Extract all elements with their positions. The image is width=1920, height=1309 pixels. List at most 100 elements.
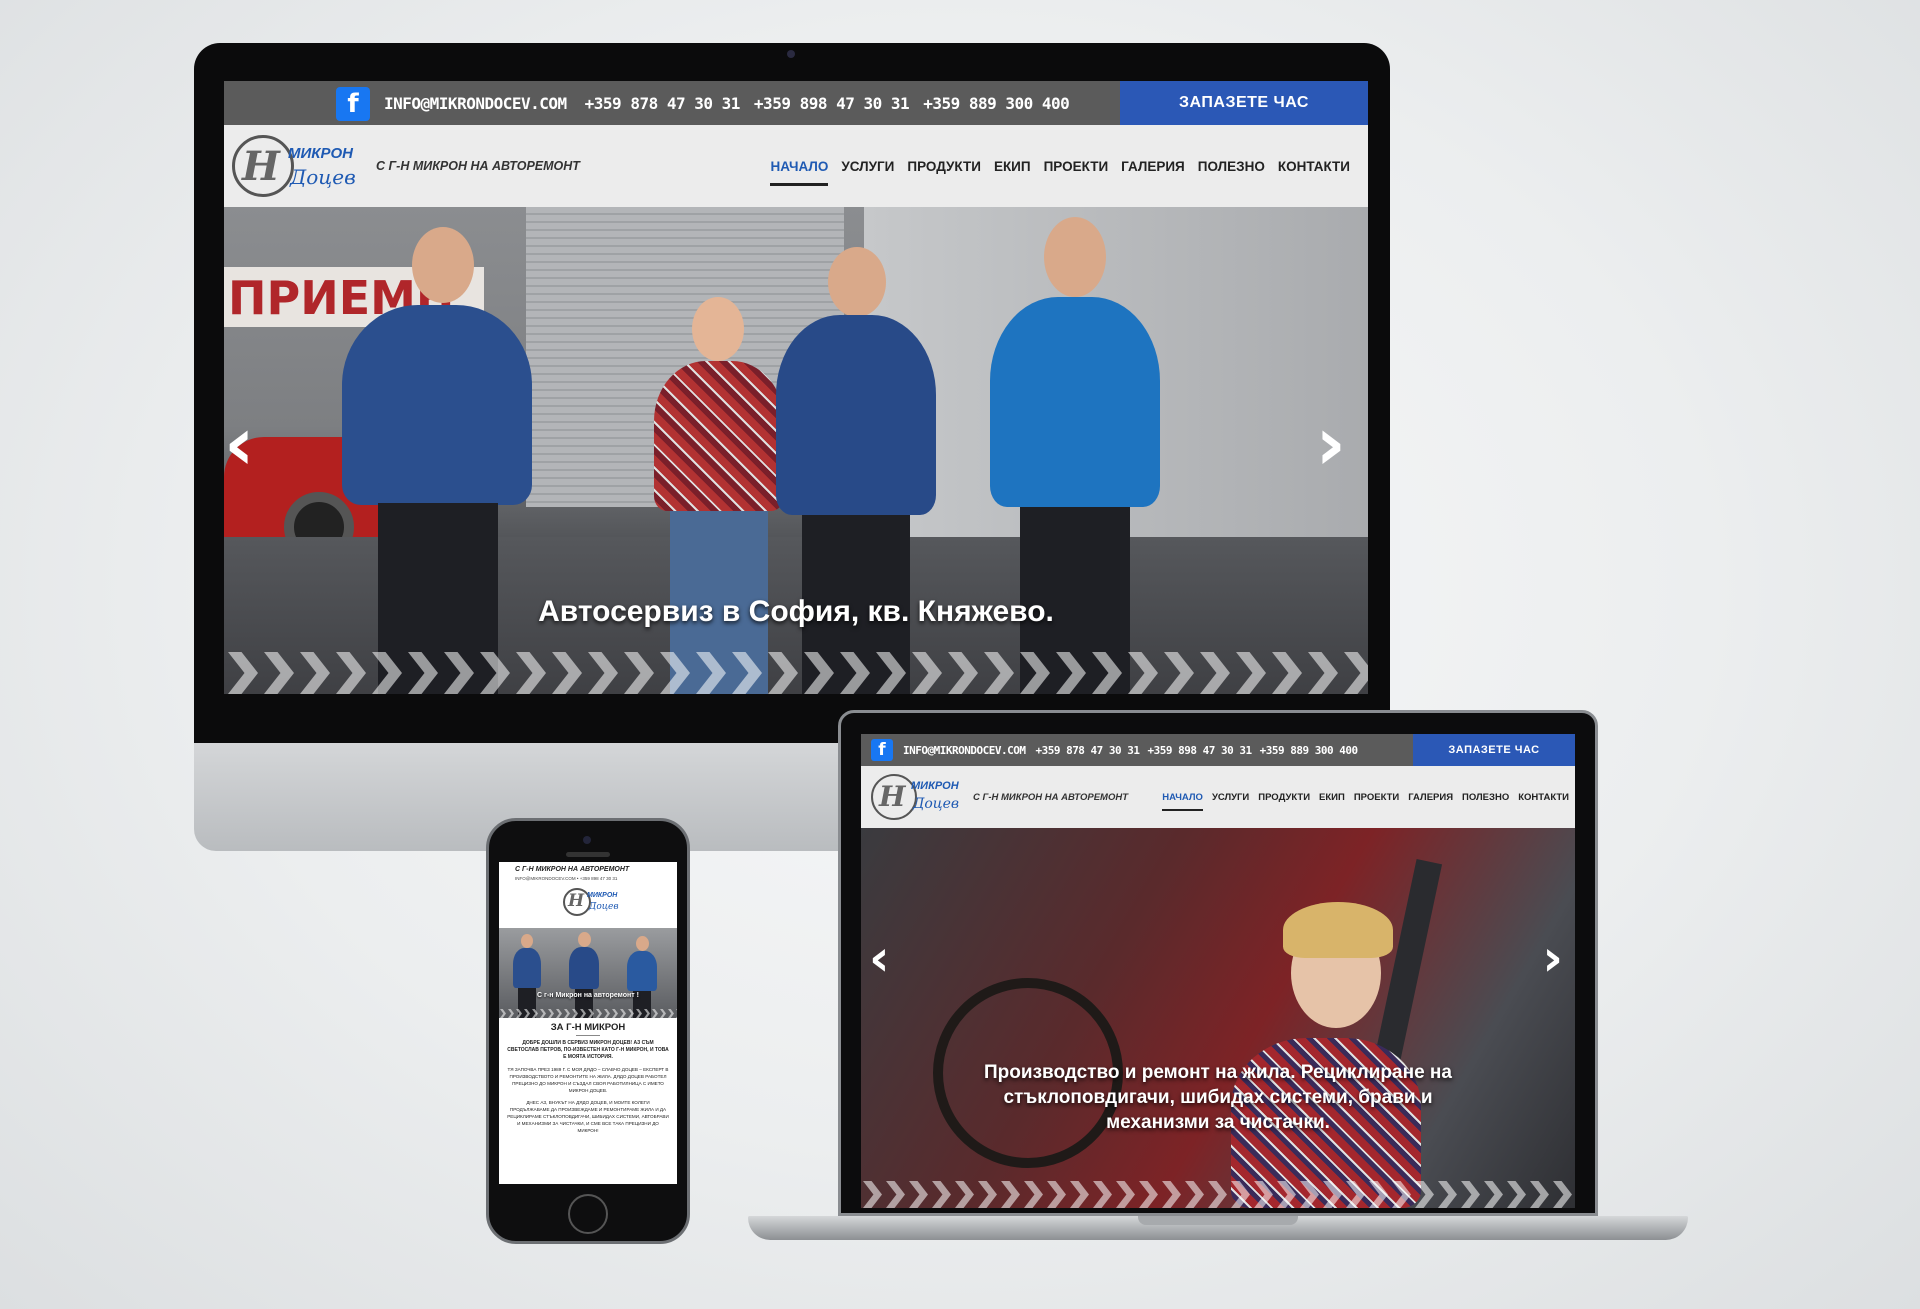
nav-item-useful[interactable]: ПОЛЕЗНО xyxy=(1462,792,1509,803)
phone-contact-line[interactable]: INFO@MIKRONDOCEV.COM • +359 898 47 30 31 xyxy=(515,876,617,881)
laptop-notch xyxy=(1138,1216,1298,1225)
chevron-mark xyxy=(912,652,942,694)
facebook-icon[interactable]: f xyxy=(871,739,893,761)
nav-item-services[interactable]: УСЛУГИ xyxy=(1212,792,1249,803)
chevron-mark xyxy=(804,652,834,694)
slider-prev-arrow[interactable]: ‹ xyxy=(869,933,890,983)
chevron-mark xyxy=(1024,1181,1043,1208)
phone-link-3[interactable]: +359 889 300 400 xyxy=(1260,744,1358,757)
chevron-mark xyxy=(300,652,330,694)
chevron-mark xyxy=(668,1009,674,1018)
hero-slider: ПРИЕМН ‹ › Автосервиз в София, кв. Княже… xyxy=(224,207,1368,694)
nav-item-home[interactable]: НАЧАЛО xyxy=(770,159,828,186)
chevron-mark xyxy=(660,1009,666,1018)
nav-item-home[interactable]: НАЧАЛО xyxy=(1162,792,1203,812)
chevron-mark xyxy=(1164,652,1194,694)
nav-item-projects[interactable]: ПРОЕКТИ xyxy=(1354,792,1399,803)
phone-link-2[interactable]: +359 898 47 30 31 xyxy=(1148,744,1253,757)
nav-item-gallery[interactable]: ГАЛЕРИЯ xyxy=(1408,792,1453,803)
chevron-mark xyxy=(580,1009,586,1018)
phone-link-1[interactable]: +359 878 47 30 31 xyxy=(585,94,741,113)
nav-item-projects[interactable]: ПРОЕКТИ xyxy=(1044,159,1109,174)
chevron-mark xyxy=(1346,1181,1365,1208)
chevron-mark xyxy=(732,652,762,694)
slider-next-arrow[interactable]: › xyxy=(1542,933,1563,983)
chevron-mark xyxy=(863,1181,882,1208)
hero-caption-line-1: Производство и ремонт на жила. Рециклира… xyxy=(984,1062,1452,1083)
chevron-mark xyxy=(644,1009,650,1018)
book-appointment-button[interactable]: ЗАПАЗЕТЕ ЧАС xyxy=(1120,81,1368,125)
chevron-mark xyxy=(588,652,618,694)
chevron-mark xyxy=(1272,652,1302,694)
logo-word-2: Доцев xyxy=(913,796,960,812)
main-nav: НАЧАЛО УСЛУГИ ПРОДУКТИ ЕКИП ПРОЕКТИ ГАЛЕ… xyxy=(1162,766,1569,828)
site-tagline: С Г-Н МИКРОН НА АВТОРЕМОНТ xyxy=(376,159,580,173)
chevron-mark xyxy=(1415,1181,1434,1208)
nav-item-team[interactable]: ЕКИП xyxy=(1319,792,1345,803)
logo-word-2: Доцев xyxy=(589,902,619,912)
chevron-mark xyxy=(552,652,582,694)
slider-next-arrow[interactable]: › xyxy=(1316,407,1347,481)
chevron-mark xyxy=(1344,652,1368,694)
chevron-mark xyxy=(624,652,654,694)
facebook-icon[interactable]: f xyxy=(503,868,512,877)
chevron-mark xyxy=(948,652,978,694)
chevron-mark xyxy=(556,1009,562,1018)
chevron-mark xyxy=(984,652,1014,694)
chevron-mark xyxy=(336,652,366,694)
chevron-mark xyxy=(676,1009,677,1018)
facebook-icon[interactable]: f xyxy=(336,87,370,121)
slider-prev-arrow[interactable]: ‹ xyxy=(224,407,255,481)
logo[interactable]: H МИКРОН Доцев xyxy=(228,125,368,207)
chevron-mark xyxy=(876,652,906,694)
chevron-mark xyxy=(1254,1181,1273,1208)
logo[interactable]: H МИКРОН Доцев xyxy=(867,766,967,828)
driver-woman xyxy=(1191,888,1421,1208)
phone-home-button[interactable] xyxy=(568,1194,608,1234)
chevron-mark xyxy=(1461,1181,1480,1208)
nav-item-contacts[interactable]: КОНТАКТИ xyxy=(1518,792,1569,803)
chevron-mark xyxy=(1392,1181,1411,1208)
chevron-mark xyxy=(652,1009,658,1018)
chevron-mark xyxy=(840,652,870,694)
nav-item-team[interactable]: ЕКИП xyxy=(994,159,1031,174)
email-link[interactable]: INFO@MIKRONDOCEV.COM xyxy=(384,94,567,113)
chevron-mark xyxy=(1093,1181,1112,1208)
email-link[interactable]: INFO@MIKRONDOCEV.COM xyxy=(903,744,1026,757)
top-bar: f INFO@MIKRONDOCEV.COM +359 878 47 30 31… xyxy=(224,81,1368,125)
chevron-mark xyxy=(596,1009,602,1018)
nav-item-products[interactable]: ПРОДУКТИ xyxy=(1258,792,1310,803)
nav-item-gallery[interactable]: ГАЛЕРИЯ xyxy=(1121,159,1185,174)
phone-about-section: ЗА Г-Н МИКРОН ДОБРЕ ДОШЛИ В СЕРВИЗ МИКРО… xyxy=(499,1022,677,1134)
chevron-strip xyxy=(224,644,1368,694)
site-header: H МИКРОН Доцев С Г-Н МИКРОН НА АВТОРЕМОН… xyxy=(224,125,1368,207)
hero-caption: Производство и ремонт на жила. Рециклира… xyxy=(861,1060,1575,1135)
nav-item-useful[interactable]: ПОЛЕЗНО xyxy=(1198,159,1265,174)
phone-banner: С г-н Микрон на авторемонт ! xyxy=(537,992,639,999)
chevron-mark xyxy=(1128,652,1158,694)
chevron-mark xyxy=(1308,652,1338,694)
hero-caption-line-3: механизми за чистачки. xyxy=(1106,1112,1330,1133)
chevron-mark xyxy=(886,1181,905,1208)
contact-info: INFO@MIKRONDOCEV.COM +359 878 47 30 31 +… xyxy=(384,81,1070,125)
about-paragraph-1: ТЯ ЗАПОЧВА ПРЕЗ 1989 Г. С МОЯ ДЯДО – СЛА… xyxy=(507,1067,669,1093)
logo[interactable]: H МИКРОН Доцев xyxy=(561,886,621,926)
chevron-mark xyxy=(540,1009,546,1018)
phone-link-3[interactable]: +359 889 300 400 xyxy=(923,94,1070,113)
phone-link-2[interactable]: +359 898 47 30 31 xyxy=(754,94,910,113)
chevron-mark xyxy=(1185,1181,1204,1208)
nav-item-products[interactable]: ПРОДУКТИ xyxy=(907,159,981,174)
chevron-strip xyxy=(499,1008,677,1018)
nav-item-contacts[interactable]: КОНТАКТИ xyxy=(1278,159,1350,174)
chevron-mark xyxy=(1369,1181,1388,1208)
phone-person-2 xyxy=(569,932,599,1018)
book-appointment-button[interactable]: ЗАПАЗЕТЕ ЧАС xyxy=(1413,734,1575,766)
logo-word-1: МИКРОН xyxy=(587,892,618,899)
nav-item-services[interactable]: УСЛУГИ xyxy=(841,159,894,174)
chevron-mark xyxy=(1231,1181,1250,1208)
phone-link-1[interactable]: +359 878 47 30 31 xyxy=(1035,744,1140,757)
phone-person-3 xyxy=(627,936,657,1018)
chevron-mark xyxy=(909,1181,928,1208)
hero-caption-line-2: стъклоповдигачи, шибидах системи, брави … xyxy=(1003,1087,1433,1108)
about-paragraph-2: ДНЕС АЗ, ВНУКЪТ НА ДЯДО ДОЦЕВ, И МОИТЕ К… xyxy=(507,1100,669,1133)
